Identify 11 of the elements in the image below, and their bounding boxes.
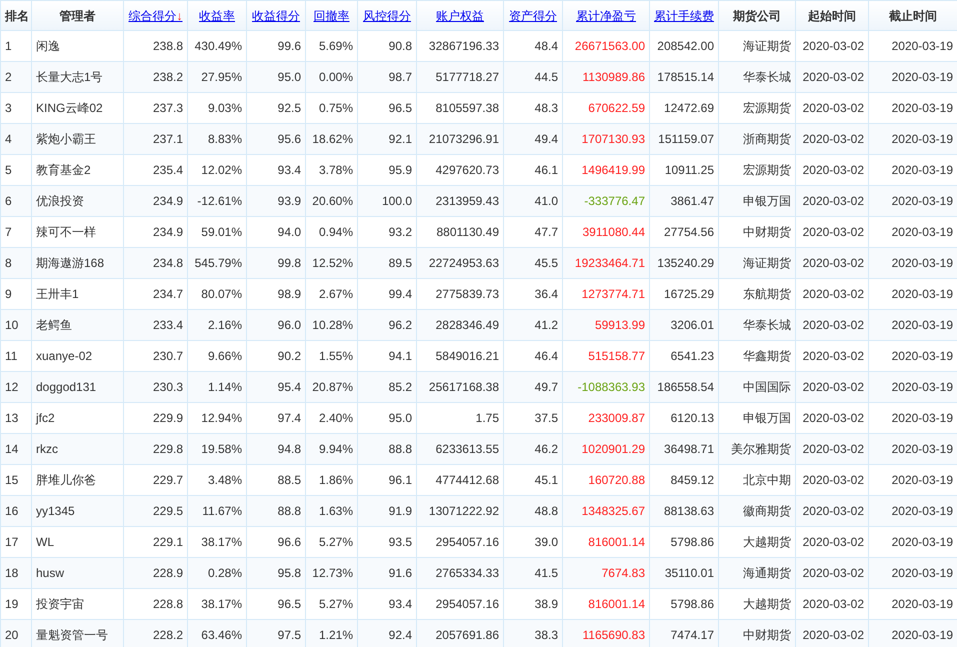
sort-link[interactable]: 综合得分↓ (128, 8, 182, 22)
sort-link[interactable]: 资产得分 (509, 8, 557, 22)
sort-link[interactable]: 回撤率 (314, 8, 350, 22)
sort-link[interactable]: 累计净盈亏 (576, 8, 636, 22)
sort-link[interactable]: 收益率 (199, 8, 235, 22)
sort-link[interactable]: 收益得分 (252, 8, 300, 22)
table-cell: 20 (0, 620, 32, 647)
column-header: 排名 (0, 0, 32, 30)
sort-link[interactable]: 风控得分 (363, 8, 411, 22)
sort-link[interactable]: 账户权益 (436, 8, 484, 22)
sort-link[interactable]: 累计手续费 (654, 8, 714, 22)
